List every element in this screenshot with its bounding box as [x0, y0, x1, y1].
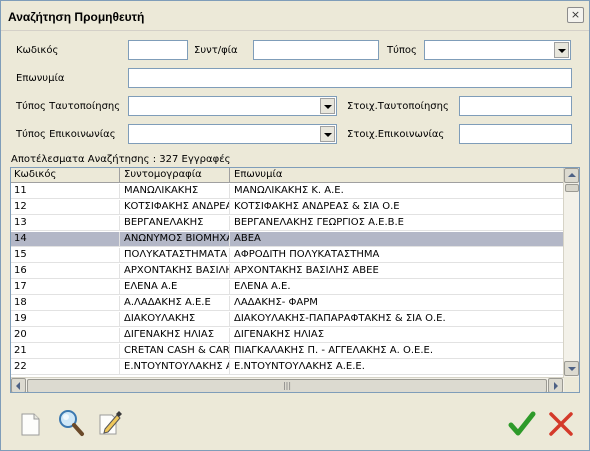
cell-abbreviation: ΠΟΛΥΚΑΤΑΣΤΗΜΑΤΑ — [121, 248, 230, 263]
search-supplier-window: Αναζήτηση Προμηθευτή × Κωδικός Συντ/φία … — [0, 0, 590, 451]
column-header-abbreviation[interactable]: Συντομογραφία — [121, 168, 230, 183]
checkmark-icon — [508, 411, 536, 436]
table-row[interactable]: 15 ΠΟΛΥΚΑΤΑΣΤΗΜΑΤΑ ΑΦΡΟΔΙΤΗ ΠΟΛΥΚΑΤΑΣΤΗΜΑ — [11, 248, 564, 263]
abbreviation-label: Συντ/φία — [194, 45, 238, 56]
cell-code: 16 — [11, 264, 120, 279]
chevron-down-icon[interactable] — [320, 98, 335, 114]
table-row[interactable]: 20 ΔΙΓΕΝΑΚΗΣ ΗΛΙΑΣ ΔΙΓΕΝΑΚΗΣ ΗΛΙΑΣ — [11, 328, 564, 343]
cell-abbreviation: Ε.ΝΤΟΥΝΤΟΥΛΑΚΗΣ Α.Ε. — [121, 360, 230, 375]
table-row[interactable]: 19 ΔΙΑΚΟΥΛΑΚΗΣ ΔΙΑΚΟΥΛΑΚΗΣ-ΠΑΠΑΡΑΦΤΑΚΗΣ & … — [11, 312, 564, 327]
cell-name: ΜΑΝΩΛΙΚΑΚΗΣ Κ. Α.Ε. — [231, 184, 564, 199]
vertical-scroll-thumb[interactable] — [565, 184, 579, 192]
x-icon — [549, 412, 573, 436]
column-header-code[interactable]: Κωδικός — [11, 168, 120, 183]
code-label: Κωδικός — [16, 45, 59, 56]
cell-abbreviation: ΚΟΤΣΙΦΑΚΗΣ ΑΝΔΡΕΑΣ — [121, 200, 230, 215]
type-select[interactable] — [424, 40, 571, 60]
table-row[interactable]: 17 ΕΛΕΝΑ Α.Ε ΕΛΕΝΑ Α.Ε. — [11, 280, 564, 295]
table-row[interactable]: 14ΑΝΩΝΥΜΟΣ ΒΙΟΜΗΧΑΝΙΑΑΒΕΑ — [11, 232, 564, 247]
name-input[interactable] — [128, 68, 572, 88]
table-row[interactable]: 12 ΚΟΤΣΙΦΑΚΗΣ ΑΝΔΡΕΑΣ ΚΟΤΣΙΦΑΚΗΣ ΑΝΔΡΕΑΣ &… — [11, 200, 564, 215]
new-document-icon[interactable] — [17, 411, 43, 437]
close-icon: × — [570, 8, 581, 21]
scroll-down-icon[interactable] — [564, 361, 579, 376]
cell-name: ΕΛΕΝΑ Α.Ε. — [231, 280, 564, 295]
cell-code: 21 — [11, 344, 120, 359]
name-label: Επωνυμία — [16, 73, 65, 84]
table-row[interactable]: 13 ΒΕΡΓΑΝΕΛΑΚΗΣ ΒΕΡΓΑΝΕΛΑΚΗΣ ΓΕΩΡΓΙΟΣ Α.Ε.… — [11, 216, 564, 231]
cell-name: ΑΒΕΑ — [231, 232, 564, 247]
results-summary: Αποτέλεσματα Αναζήτησης : 327 Εγγραφές — [11, 154, 231, 165]
cell-abbreviation: ΔΙΑΚΟΥΛΑΚΗΣ — [121, 312, 230, 327]
cell-name: ΒΕΡΓΑΝΕΛΑΚΗΣ ΓΕΩΡΓΙΟΣ Α.Ε.Β.Ε — [231, 216, 564, 231]
cell-code: 20 — [11, 328, 120, 343]
cell-code: 15 — [11, 248, 120, 263]
window-title: Αναζήτηση Προμηθευτή — [8, 10, 145, 24]
cell-name: ΑΦΡΟΔΙΤΗ ΠΟΛΥΚΑΤΑΣΤΗΜΑ — [231, 248, 564, 263]
id-data-input[interactable] — [459, 96, 572, 116]
cell-abbreviation: ΒΕΡΓΑΝΕΛΑΚΗΣ — [121, 216, 230, 231]
cell-abbreviation: Α.ΛΑΔΑΚΗΣ Α.Ε.Ε — [121, 296, 230, 311]
close-button[interactable]: × — [567, 7, 584, 23]
cell-code: 14 — [11, 232, 120, 247]
cell-abbreviation: ΑΡΧΟΝΤΑΚΗΣ ΒΑΣΙΛΗΣ — [121, 264, 230, 279]
cell-abbreviation: ΔΙΓΕΝΑΚΗΣ ΗΛΙΑΣ — [121, 328, 230, 343]
grid-header: Κωδικός Συντομογραφία Επωνυμία — [11, 168, 564, 183]
cell-name: ΑΡΧΟΝΤΑΚΗΣ ΒΑΣΙΛΗΣ ΑΒΕΕ — [231, 264, 564, 279]
scroll-right-icon[interactable] — [548, 378, 563, 392]
cell-name: ΠΙΑΓΚΑΛΑΚΗΣ Π. - ΑΓΓΕΛΑΚΗΣ Α. Ο.Ε.Ε. — [231, 344, 564, 359]
scroll-up-icon[interactable] — [564, 168, 579, 183]
magnifier-icon[interactable] — [57, 408, 84, 436]
cell-name: ΚΟΤΣΙΦΑΚΗΣ ΑΝΔΡΕΑΣ & ΣΙΑ Ο.Ε — [231, 200, 564, 215]
cell-code: 19 — [11, 312, 120, 327]
results-grid[interactable]: Κωδικός Συντομογραφία Επωνυμία 11 ΜΑΝΩΛΙΚ… — [10, 167, 580, 393]
id-type-select[interactable] — [128, 96, 337, 116]
ok-button[interactable] — [508, 410, 536, 436]
edit-pencil-icon[interactable] — [97, 409, 123, 435]
horizontal-scroll-thumb[interactable]: ||| — [27, 379, 547, 392]
cell-name: Ε.ΝΤΟΥΝΤΟΥΛΑΚΗΣ Α.Ε.Ε. — [231, 360, 564, 375]
cell-name: ΔΙΑΚΟΥΛΑΚΗΣ-ΠΑΠΑΡΑΦΤΑΚΗΣ & ΣΙΑ Ο.Ε. — [231, 312, 564, 327]
id-data-label: Στοιχ.Ταυτοποίησης — [347, 101, 449, 112]
title-bar: Αναζήτηση Προμηθευτή × — [1, 1, 589, 31]
column-header-name[interactable]: Επωνυμία — [231, 168, 564, 183]
cell-abbreviation: ΕΛΕΝΑ Α.Ε — [121, 280, 230, 295]
vertical-scrollbar[interactable] — [563, 168, 579, 377]
code-input[interactable] — [128, 40, 188, 60]
abbreviation-input[interactable] — [253, 40, 379, 60]
id-type-label: Τύπος Ταυτοποίησης — [16, 101, 121, 112]
contact-type-select[interactable] — [128, 124, 337, 144]
table-row[interactable]: 18 Α.ΛΑΔΑΚΗΣ Α.Ε.Ε ΛΑΔΑΚΗΣ- ΦΑΡΜ — [11, 296, 564, 311]
cell-code: 13 — [11, 216, 120, 231]
cell-code: 22 — [11, 360, 120, 375]
cell-abbreviation: ΜΑΝΩΛΙΚΑΚΗΣ — [121, 184, 230, 199]
type-label: Τύπος — [387, 45, 417, 56]
scroll-left-icon[interactable] — [11, 378, 26, 392]
cell-code: 17 — [11, 280, 120, 295]
horizontal-scrollbar[interactable]: ||| — [11, 377, 564, 392]
table-row[interactable]: 16 ΑΡΧΟΝΤΑΚΗΣ ΒΑΣΙΛΗΣ ΑΡΧΟΝΤΑΚΗΣ ΒΑΣΙΛΗΣ Α… — [11, 264, 564, 279]
table-row[interactable]: 22Ε.ΝΤΟΥΝΤΟΥΛΑΚΗΣ Α.Ε.Ε.ΝΤΟΥΝΤΟΥΛΑΚΗΣ Α.… — [11, 360, 564, 375]
table-row[interactable]: 11 ΜΑΝΩΛΙΚΑΚΗΣ ΜΑΝΩΛΙΚΑΚΗΣ Κ. Α.Ε. — [11, 184, 564, 199]
cell-code: 18 — [11, 296, 120, 311]
chevron-down-icon[interactable] — [554, 42, 569, 58]
cell-name: ΔΙΓΕΝΑΚΗΣ ΗΛΙΑΣ — [231, 328, 564, 343]
contact-type-label: Τύπος Επικοινωνίας — [16, 129, 116, 140]
chevron-down-icon[interactable] — [320, 126, 335, 142]
cancel-button[interactable] — [547, 410, 573, 436]
cell-abbreviation: CRETAN CASH & CARRY — [121, 344, 230, 359]
table-row[interactable]: 21CRETAN CASH & CARRYΠΙΑΓΚΑΛΑΚΗΣ Π. - ΑΓ… — [11, 344, 564, 359]
cell-name: ΛΑΔΑΚΗΣ- ΦΑΡΜ — [231, 296, 564, 311]
cell-code: 11 — [11, 184, 120, 199]
contact-data-input[interactable] — [459, 124, 572, 144]
cell-abbreviation: ΑΝΩΝΥΜΟΣ ΒΙΟΜΗΧΑΝΙΑ — [121, 232, 230, 247]
cell-code: 12 — [11, 200, 120, 215]
contact-data-label: Στοιχ.Επικοινωνίας — [347, 129, 445, 140]
scrollbar-corner — [564, 377, 579, 392]
